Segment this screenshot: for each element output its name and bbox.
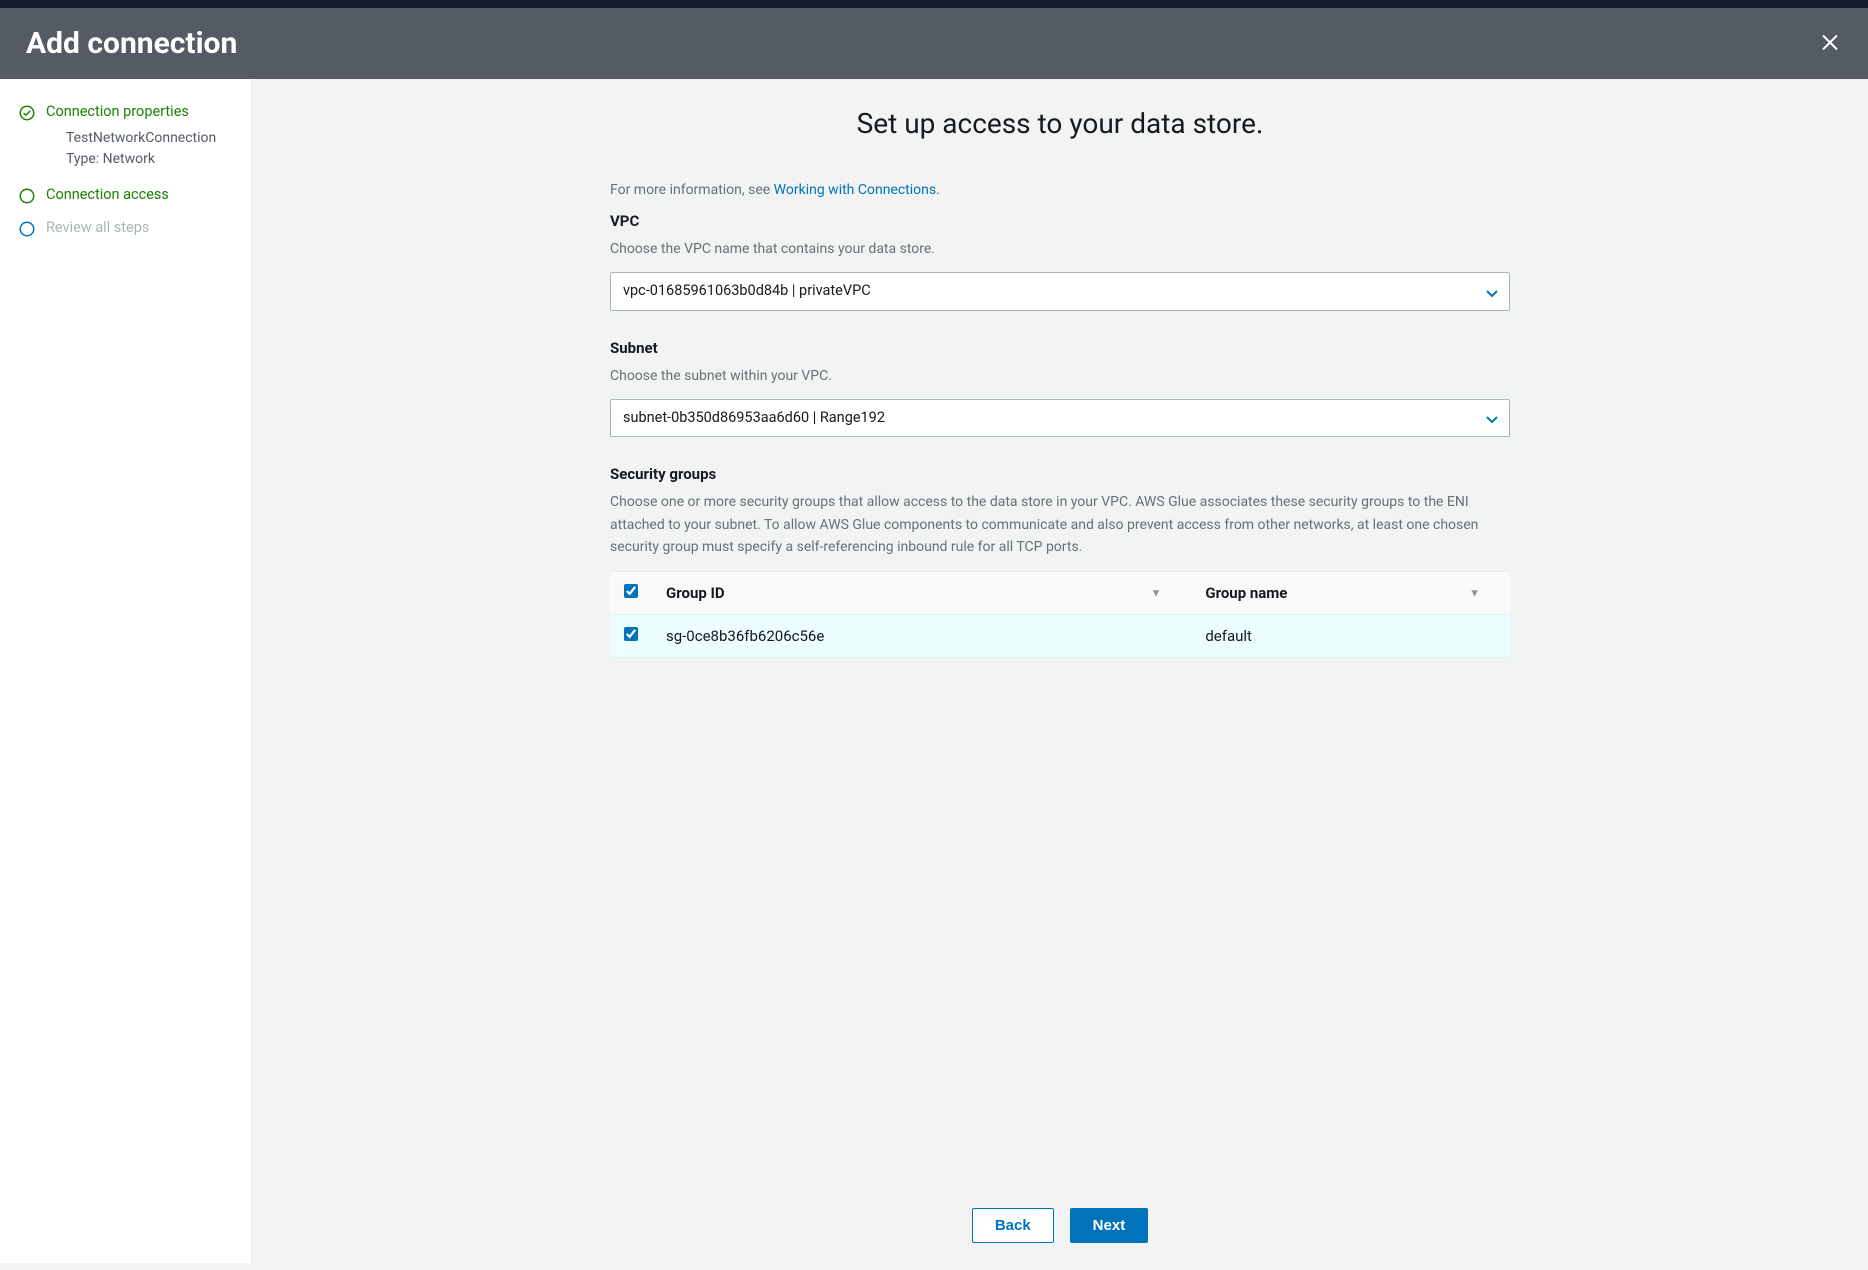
row-checkbox[interactable] xyxy=(624,627,638,641)
connection-name: TestNetworkConnection xyxy=(66,128,233,149)
main-content: Set up access to your data store. For mo… xyxy=(252,79,1868,1263)
subnet-select[interactable]: subnet-0b350d86953aa6d60 | Range192 xyxy=(610,399,1510,437)
security-groups-description: Choose one or more security groups that … xyxy=(610,491,1510,558)
step-label: Review all steps xyxy=(46,219,149,238)
cell-group-id: sg-0ce8b36fb6206c56e xyxy=(652,614,1191,657)
circle-icon xyxy=(18,187,36,205)
info-link[interactable]: Working with Connections. xyxy=(774,182,940,198)
select-all-checkbox[interactable] xyxy=(624,584,638,598)
modal-title: Add connection xyxy=(26,26,237,61)
vpc-description: Choose the VPC name that contains your d… xyxy=(610,238,1510,260)
table-row[interactable]: sg-0ce8b36fb6206c56e default xyxy=(610,614,1510,657)
security-groups-table: Group ID ▼ Group name ▼ xyxy=(610,571,1510,658)
subnet-field: Subnet Choose the subnet within your VPC… xyxy=(610,339,1510,438)
subnet-description: Choose the subnet within your VPC. xyxy=(610,365,1510,387)
vpc-field: VPC Choose the VPC name that contains yo… xyxy=(610,212,1510,311)
connection-type: Type: Network xyxy=(66,149,233,170)
column-group-id[interactable]: Group ID ▼ xyxy=(652,571,1191,614)
column-group-name[interactable]: Group name ▼ xyxy=(1191,571,1510,614)
step-label: Connection access xyxy=(46,186,169,205)
check-circle-icon xyxy=(18,104,36,122)
wizard-sidebar: Connection properties TestNetworkConnect… xyxy=(0,79,252,1263)
step-connection-access[interactable]: Connection access xyxy=(18,186,233,205)
select-all-header xyxy=(610,571,652,614)
sort-caret-icon: ▼ xyxy=(1150,586,1161,599)
sort-caret-icon: ▼ xyxy=(1469,586,1480,599)
modal-header: Add connection xyxy=(0,8,1868,79)
step-details: TestNetworkConnection Type: Network xyxy=(66,128,233,170)
circle-icon xyxy=(18,220,36,238)
next-button[interactable]: Next xyxy=(1070,1208,1149,1243)
subnet-label: Subnet xyxy=(610,339,1510,357)
top-bar xyxy=(0,0,1868,8)
vpc-select[interactable]: vpc-01685961063b0d84b | privateVPC xyxy=(610,272,1510,310)
step-connection-properties[interactable]: Connection properties xyxy=(18,103,233,122)
security-groups-label: Security groups xyxy=(610,465,1510,483)
close-icon[interactable] xyxy=(1818,29,1842,58)
back-button[interactable]: Back xyxy=(972,1208,1054,1243)
page-title: Set up access to your data store. xyxy=(610,107,1510,140)
step-review-all[interactable]: Review all steps xyxy=(18,219,233,238)
step-label: Connection properties xyxy=(46,103,189,122)
security-groups-field: Security groups Choose one or more secur… xyxy=(610,465,1510,657)
cell-group-name: default xyxy=(1191,614,1510,657)
vpc-label: VPC xyxy=(610,212,1510,230)
info-text: For more information, see Working with C… xyxy=(610,182,1510,198)
wizard-footer: Back Next xyxy=(284,1184,1836,1263)
